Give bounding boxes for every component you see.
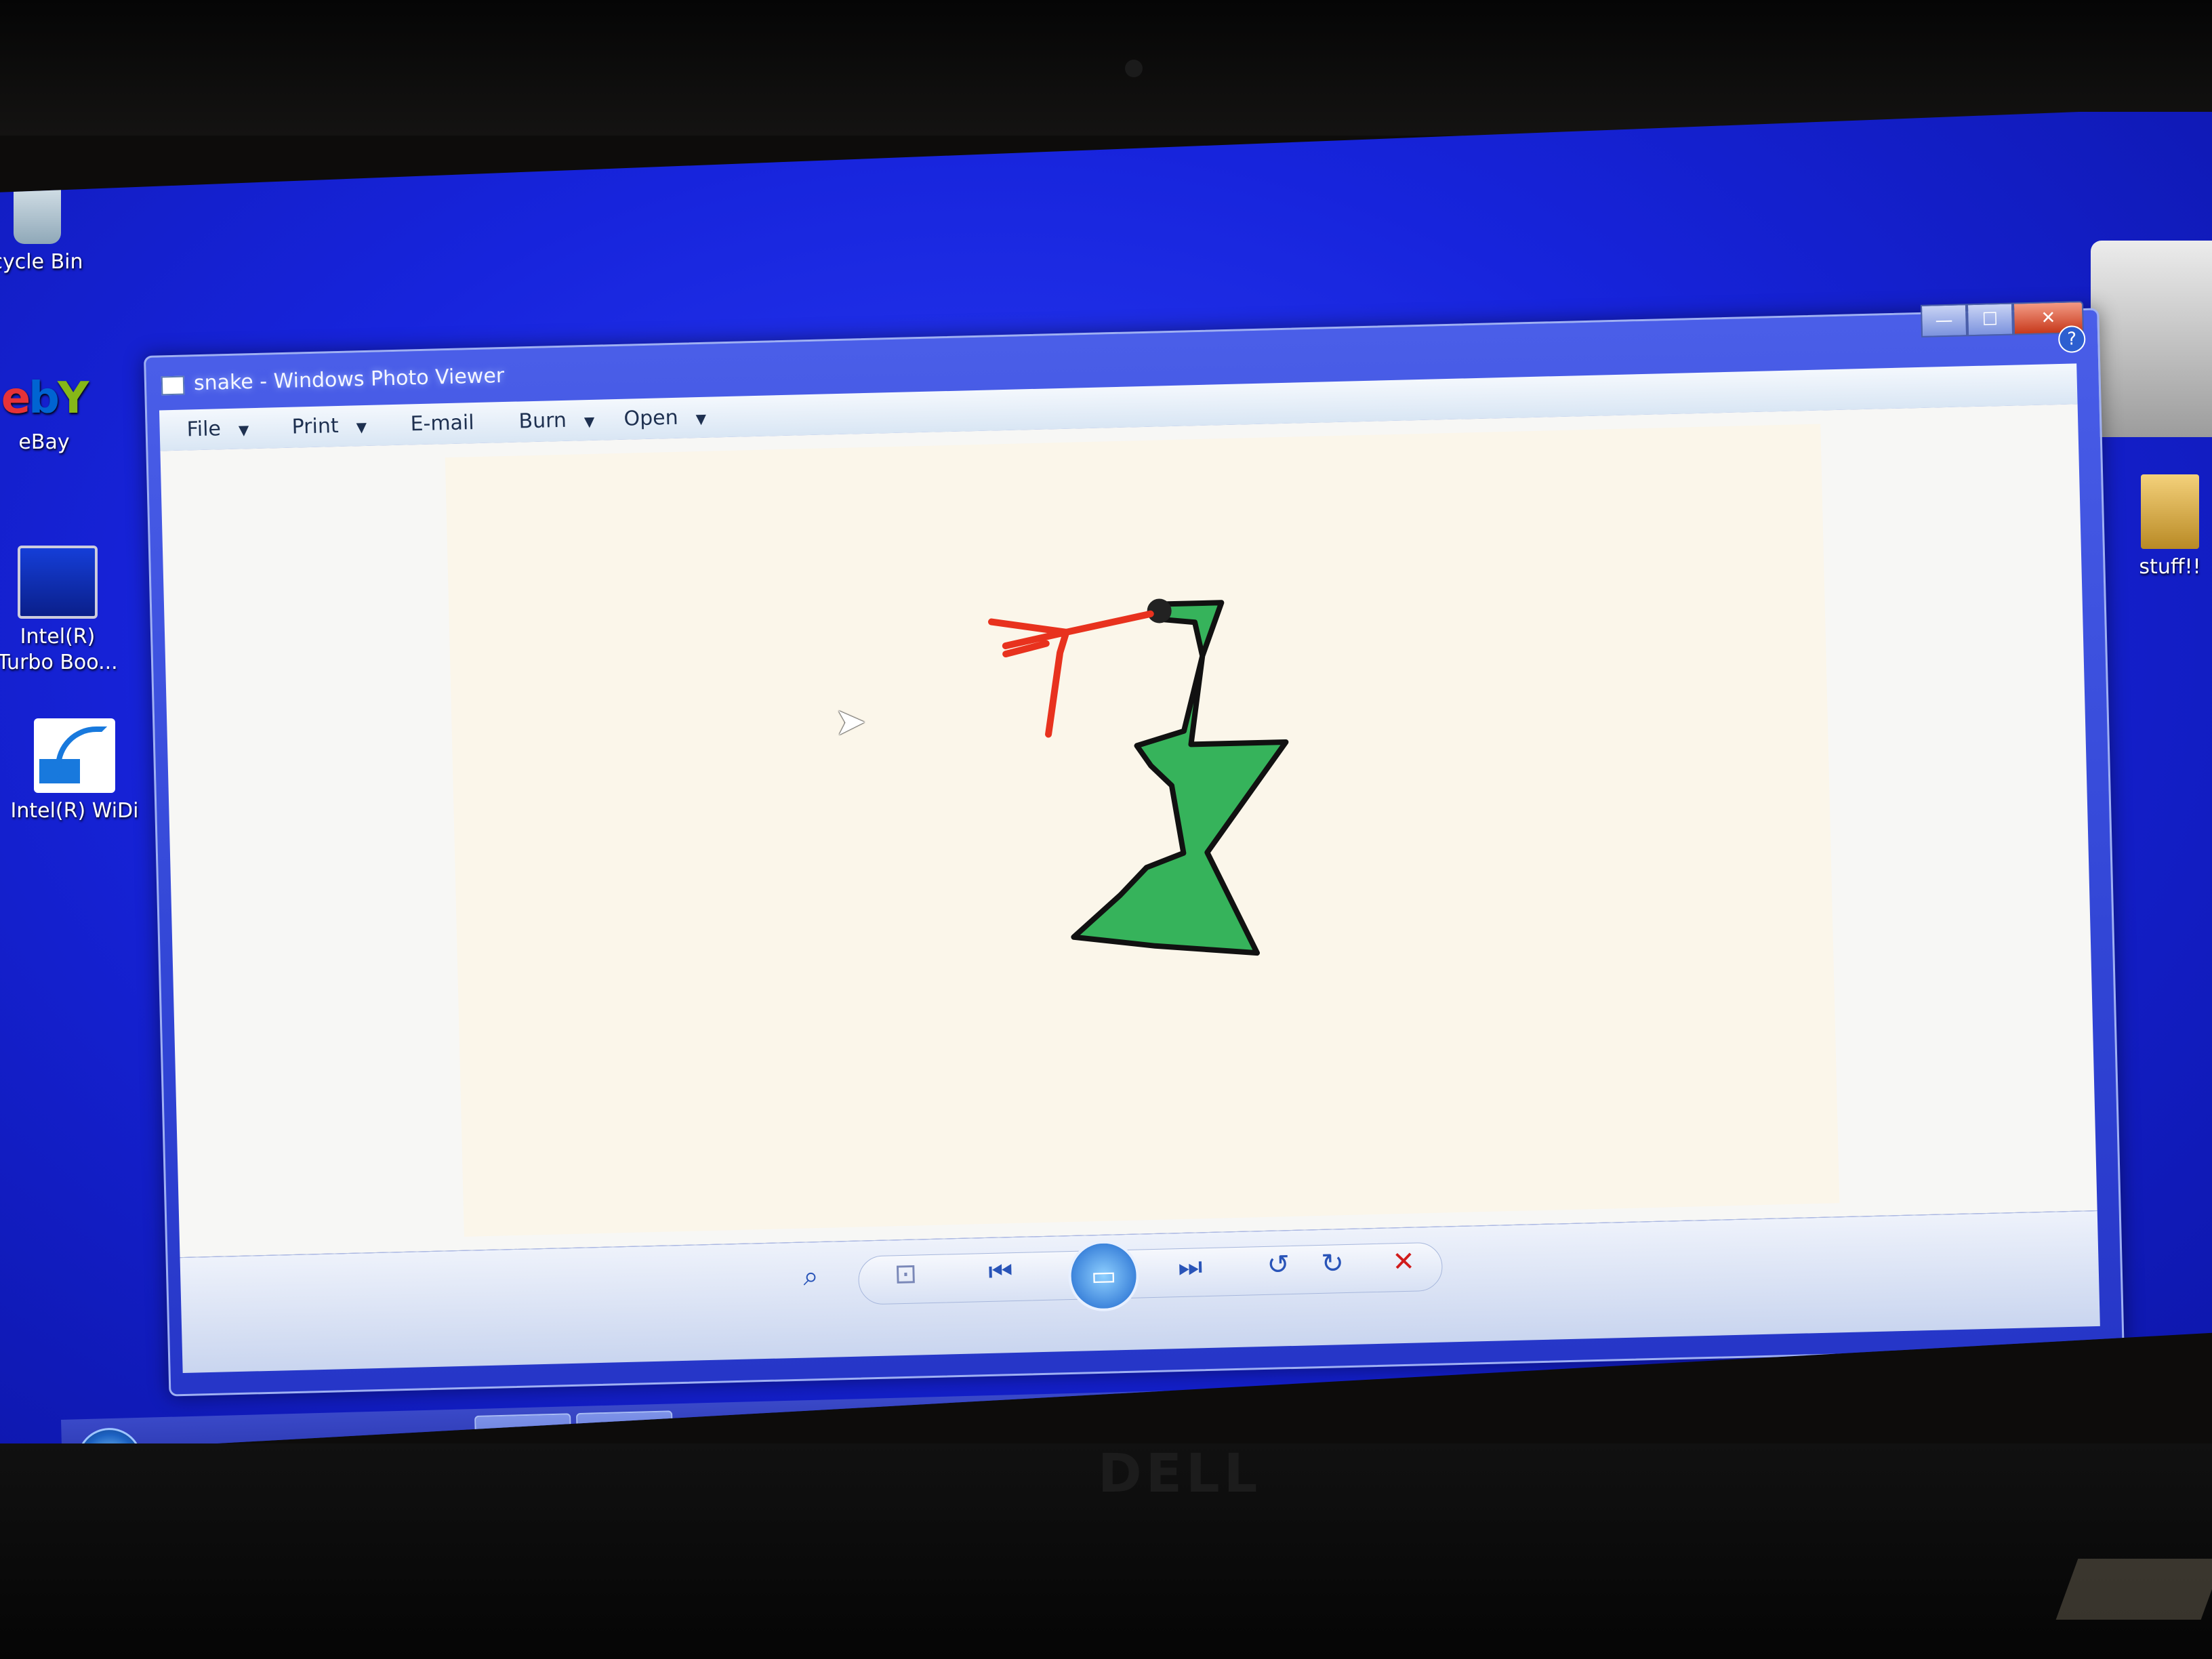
previous-icon[interactable]: ⏮: [980, 1251, 1021, 1292]
dropdown-arrow-icon: ▼: [695, 410, 707, 428]
rotate-left-icon[interactable]: ↺: [1258, 1244, 1299, 1286]
help-icon: ?: [2066, 329, 2077, 350]
menu-email[interactable]: E-mail: [410, 411, 474, 436]
bezel-logo: DELL: [1098, 1443, 1262, 1504]
system-clock[interactable]: 2:46 AM 9/24/2024: [2175, 1367, 2212, 1424]
desktop-icon-label: eBay: [18, 430, 70, 454]
zoom-icon[interactable]: ⌕: [783, 1255, 838, 1297]
dropdown-arrow-icon: ▼: [238, 422, 249, 438]
menu-burn[interactable]: Burn ▼: [518, 408, 595, 434]
window-title: snake - Windows Photo Viewer: [193, 364, 505, 396]
snake-body: [1071, 600, 1289, 956]
action-center-flag-icon[interactable]: ⚑: [1963, 1389, 1984, 1416]
desktop-icon-label: Intel(R) WiDi: [10, 799, 139, 823]
close-icon: ✕: [2041, 308, 2056, 329]
notification-area: ▲ ⚑ ▮ 📶 🔈: [1925, 1385, 2115, 1417]
slideshow-icon[interactable]: ▭: [1067, 1240, 1140, 1313]
next-icon[interactable]: ⏭: [1170, 1246, 1211, 1288]
desktop-icon-label: Intel(R) Turbo Boo...: [0, 625, 118, 674]
network-icon[interactable]: 📶: [2036, 1387, 2066, 1414]
minimize-button[interactable]: —: [1920, 304, 1968, 337]
menu-print[interactable]: Print ▼: [291, 413, 367, 439]
navigation-pill: [857, 1242, 1443, 1305]
menu-open[interactable]: Open ▼: [623, 405, 706, 431]
snake-tongue: [987, 610, 1154, 738]
show-hidden-icons-icon[interactable]: ▲: [1925, 1389, 1943, 1417]
dropdown-arrow-icon: ▼: [356, 418, 367, 436]
laptop-bezel-top: [0, 0, 2212, 136]
desktop-icon-label: cycle Bin: [0, 250, 83, 274]
delete-icon[interactable]: ✕: [1382, 1241, 1424, 1282]
clock-date: 9/24/2024: [2184, 1397, 2212, 1420]
volume-icon[interactable]: 🔈: [2085, 1385, 2114, 1413]
desktop-icon-ebay[interactable]: ebY eBay: [0, 373, 115, 455]
desktop-icon-intel-turbo-boost[interactable]: Intel(R) Turbo Boo...: [0, 546, 129, 676]
recycle-bin-icon: [14, 176, 61, 244]
snake-drawing: [987, 598, 1289, 956]
maximize-button[interactable]: ☐: [1966, 302, 2014, 337]
folder-icon: [2141, 474, 2199, 549]
ebay-logo-icon: ebY: [1, 373, 89, 424]
desktop-icon-stuff-folder[interactable]: stuff!!: [2109, 474, 2212, 580]
clock-time: 2:46 AM: [2192, 1371, 2212, 1393]
actual-size-icon[interactable]: ⊡: [885, 1253, 926, 1294]
image-viewport[interactable]: ➤: [160, 404, 2097, 1258]
desktop-icon-recycle-bin[interactable]: cycle Bin: [0, 176, 108, 275]
desk-surface: [2055, 1559, 2212, 1620]
desktop: cycle Bin ebY eBay Intel(R) Turbo Boo...…: [0, 112, 2212, 1454]
menu-file[interactable]: File ▼: [186, 416, 249, 441]
monitor-icon: [18, 546, 98, 619]
drive-gadget-icon: [2091, 241, 2212, 437]
help-button[interactable]: ?: [2057, 325, 2086, 353]
photo-viewer-window: snake - Windows Photo Viewer — ☐ ✕ ? Fil…: [144, 301, 2125, 1397]
wireless-display-icon: [34, 718, 115, 793]
battery-icon[interactable]: ▮: [2003, 1387, 2017, 1414]
webcam: [1125, 60, 1143, 77]
maximize-icon: ☐: [1982, 309, 1999, 330]
photo-viewer-app-icon: [161, 375, 185, 396]
rotate-right-icon[interactable]: ↻: [1312, 1243, 1353, 1284]
mouse-cursor-icon: ➤: [834, 699, 867, 745]
desktop-icon-intel-widi[interactable]: Intel(R) WiDi: [3, 718, 146, 824]
dropdown-arrow-icon: ▼: [583, 413, 595, 430]
minimize-icon: —: [1935, 310, 1953, 331]
desktop-icon-label: stuff!!: [2139, 555, 2201, 579]
